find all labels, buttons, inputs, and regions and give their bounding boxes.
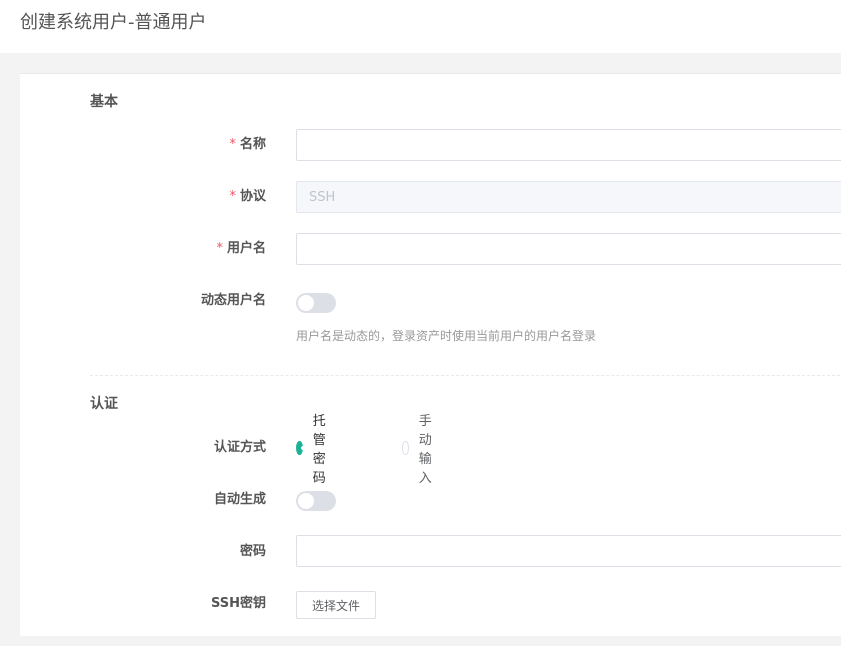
auto-generate-toggle[interactable] bbox=[296, 491, 336, 511]
required-marker: * bbox=[229, 137, 236, 152]
ssh-key-label: SSH密钥 bbox=[210, 596, 266, 611]
radio-managed-password-label: 托管密码 bbox=[312, 414, 326, 486]
form-card: 基本 *名称 *协议 *用户名 动态用户名 用户名是动态的，登录资产时使用当前用… bbox=[20, 73, 841, 636]
dynamic-username-label: 动态用户名 bbox=[200, 293, 266, 308]
toggle-knob bbox=[298, 295, 314, 311]
radio-checked-icon bbox=[296, 441, 305, 455]
dynamic-username-toggle[interactable] bbox=[296, 293, 336, 313]
name-input[interactable] bbox=[296, 129, 841, 161]
radio-manual-input[interactable]: 手动输入 bbox=[402, 414, 439, 486]
name-label: * 名称 bbox=[66, 136, 266, 154]
username-input[interactable] bbox=[296, 233, 841, 265]
page-title: 创建系统用户-普通用户 bbox=[20, 12, 207, 33]
dynamic-username-help: 用户名是动态的，登录资产时使用当前用户的用户名登录 bbox=[296, 329, 597, 343]
protocol-label: * 协议 bbox=[66, 188, 266, 206]
toggle-knob bbox=[298, 493, 314, 509]
username-label: * 用户名 bbox=[66, 240, 266, 258]
choose-file-button[interactable]: 选择文件 bbox=[296, 591, 376, 619]
protocol-label-text: 协议 bbox=[239, 189, 266, 204]
auto-generate-label: 自动生成 bbox=[213, 492, 266, 507]
radio-manual-input-label: 手动输入 bbox=[418, 414, 432, 486]
required-marker: * bbox=[216, 241, 223, 256]
required-marker: * bbox=[229, 189, 236, 204]
page-header: 创建系统用户-普通用户 bbox=[0, 0, 841, 53]
radio-unchecked-icon bbox=[402, 441, 409, 455]
auth-method-label: 认证方式 bbox=[213, 440, 266, 455]
password-label: 密码 bbox=[239, 544, 266, 559]
radio-managed-password[interactable]: 托管密码 bbox=[296, 414, 333, 486]
name-label-text: 名称 bbox=[239, 137, 266, 152]
protocol-input bbox=[296, 181, 841, 213]
section-title-auth: 认证 bbox=[90, 396, 118, 412]
section-title-basic: 基本 bbox=[90, 94, 118, 110]
section-divider bbox=[90, 375, 841, 376]
password-input[interactable] bbox=[296, 535, 841, 567]
username-label-text: 用户名 bbox=[226, 241, 266, 256]
